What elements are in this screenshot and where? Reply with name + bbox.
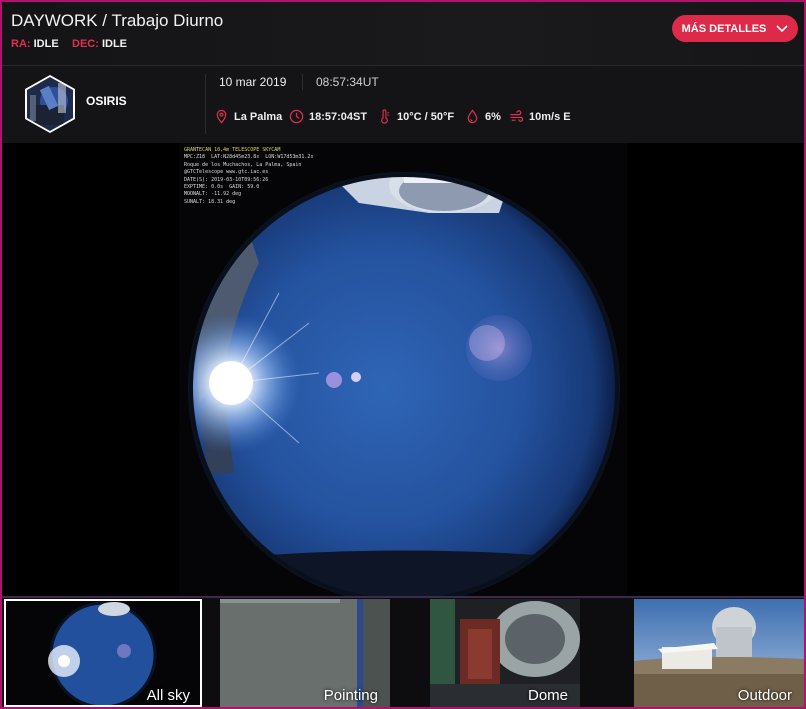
dec-value: IDLE (101, 38, 128, 50)
thermometer-icon (381, 109, 390, 124)
ra-value: IDLE (33, 38, 59, 50)
date-divider (302, 74, 303, 90)
ut-time: 08:57:34UT (316, 75, 379, 89)
humidity-drop-icon (467, 109, 478, 124)
location-label: La Palma (234, 110, 283, 123)
sidereal-time: 18:57:04ST (309, 110, 368, 123)
more-details-label: MÁS DETALLES (681, 22, 767, 35)
skycam-caption: GRANTECAN 10,4m TELESCOPE SKYCAM MPC:Z18… (184, 147, 313, 206)
caption-line: Roque de los Muchachos, La Palma, Spain (184, 161, 302, 168)
ra-status: RA: IDLE (11, 38, 59, 50)
wind-info: 10m/s E (509, 109, 571, 124)
all-sky-image[interactable]: GRANTECAN 10,4m TELESCOPE SKYCAM MPC:Z18… (179, 143, 627, 596)
thumbnail-all-sky[interactable]: All sky (4, 599, 202, 707)
location-info: La Palma (214, 109, 282, 124)
temperature-info: 10°C / 50°F (377, 109, 454, 124)
ra-label: RA: (11, 38, 31, 50)
main-camera-view: GRANTECAN 10,4m TELESCOPE SKYCAM MPC:Z18… (2, 143, 804, 596)
caption-line: @GTCTelescope www.gtc.iac.es (184, 169, 269, 176)
caption-line: GRANTECAN 10,4m TELESCOPE SKYCAM (184, 147, 281, 153)
thumbnail-label: All sky (146, 687, 190, 704)
thumbnail-dome[interactable]: Dome (430, 599, 580, 707)
instrument-name: OSIRIS (86, 94, 127, 108)
thumbnail-label: Outdoor (737, 687, 792, 704)
humidity-value: 6% (485, 110, 501, 123)
location-pin-icon (216, 109, 227, 124)
info-divider (205, 74, 206, 134)
more-details-button[interactable]: MÁS DETALLES (672, 15, 798, 42)
caption-line: MOONALT: -11.92 deg (184, 191, 242, 198)
chevron-down-icon (776, 24, 788, 32)
thumbnail-outdoor[interactable]: Outdoor (634, 599, 804, 707)
thumbnail-label: Dome (527, 687, 568, 704)
wind-icon (510, 110, 524, 122)
wind-value: 10m/s E (529, 110, 571, 123)
caption-line: DATE(S): 2019-03-10T09:56:26 (184, 176, 269, 183)
thumbnail-label: Pointing (323, 687, 378, 704)
camera-thumbnails: All sky Pointing Dome Outdoor (2, 596, 804, 707)
header: DAYWORK / Trabajo Diurno RA: IDLE DEC: I… (2, 2, 804, 65)
clock-icon (289, 109, 304, 124)
app-frame: DAYWORK / Trabajo Diurno RA: IDLE DEC: I… (0, 0, 806, 709)
info-bar: OSIRIS 10 mar 2019 08:57:34UT La Palma 1… (2, 66, 804, 143)
date-label: 10 mar 2019 (219, 75, 287, 89)
caption-line: MPC:Z18 LAT:N28d45m23.8s LON:W17d53m31.2… (184, 154, 314, 161)
humidity-info: 6% (465, 109, 501, 124)
instrument-logo (25, 75, 75, 133)
dec-label: DEC: (72, 38, 99, 50)
page-title: DAYWORK / Trabajo Diurno (11, 11, 224, 30)
thumbnail-pointing[interactable]: Pointing (220, 599, 390, 707)
all-sky-photo (179, 143, 627, 596)
dec-status: DEC: IDLE (72, 38, 127, 50)
caption-line: SUNALT: 18.31 deg (184, 198, 236, 205)
caption-line: EXPTIME: 0.0s GAIN: 59.0 (184, 184, 260, 191)
temperature-value: 10°C / 50°F (397, 110, 455, 123)
sidereal-info: 18:57:04ST (289, 109, 367, 124)
